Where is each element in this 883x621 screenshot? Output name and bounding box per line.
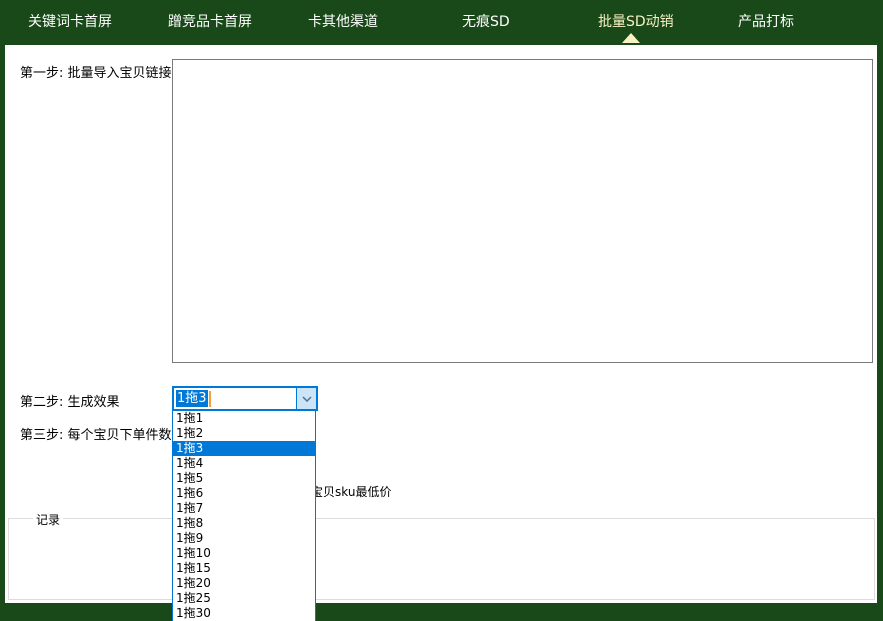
step2-label: 第二步: 生成效果 (20, 391, 120, 410)
dropdown-option[interactable]: 1拖7 (173, 501, 315, 516)
tab-product-marking[interactable]: 产品打标 (738, 11, 794, 31)
tab-competitor-card-first-screen[interactable]: 蹭竞品卡首屏 (168, 11, 252, 31)
dropdown-option[interactable]: 1拖25 (173, 591, 315, 606)
effect-combobox-dropdown-button[interactable] (296, 388, 316, 409)
effect-combobox-dropdown-list: 1拖1 1拖2 1拖3 1拖4 1拖5 1拖6 1拖7 1拖8 1拖9 1拖10… (172, 411, 316, 621)
sku-lowest-price-hint: 宝贝sku最低价 (311, 483, 391, 500)
dropdown-option[interactable]: 1拖30 (173, 606, 315, 621)
tab-keyword-card-first-screen[interactable]: 关键词卡首屏 (28, 11, 112, 31)
active-tab-triangle-icon (622, 33, 640, 43)
text-caret (209, 391, 211, 407)
dropdown-option[interactable]: 1拖9 (173, 531, 315, 546)
effect-combobox-selected-value: 1拖3 (176, 390, 208, 407)
dropdown-option[interactable]: 1拖2 (173, 426, 315, 441)
effect-combobox-value-area[interactable]: 1拖3 (174, 388, 296, 409)
tab-batch-sd-sales[interactable]: 批量SD动销 (598, 11, 674, 31)
dropdown-option[interactable]: 1拖10 (173, 546, 315, 561)
nav-bar: 关键词卡首屏 蹭竞品卡首屏 卡其他渠道 无痕SD 批量SD动销 产品打标 (0, 0, 883, 45)
dropdown-option[interactable]: 1拖15 (173, 561, 315, 576)
effect-combobox[interactable]: 1拖3 (172, 386, 318, 411)
tab-block-other-channels[interactable]: 卡其他渠道 (308, 11, 378, 31)
step3-label: 第三步: 每个宝贝下单件数 (20, 424, 172, 443)
chevron-down-icon (302, 396, 312, 402)
dropdown-option[interactable]: 1拖1 (173, 411, 315, 426)
dropdown-option[interactable]: 1拖6 (173, 486, 315, 501)
dropdown-option[interactable]: 1拖20 (173, 576, 315, 591)
dropdown-option[interactable]: 1拖4 (173, 456, 315, 471)
tab-traceless-sd[interactable]: 无痕SD (462, 11, 510, 31)
record-groupbox (8, 518, 875, 600)
record-groupbox-legend: 记录 (33, 511, 63, 528)
dropdown-option-selected[interactable]: 1拖3 (173, 441, 315, 456)
dropdown-option[interactable]: 1拖5 (173, 471, 315, 486)
dropdown-option[interactable]: 1拖8 (173, 516, 315, 531)
step1-label: 第一步: 批量导入宝贝链接 (20, 62, 172, 81)
product-links-textarea[interactable] (172, 59, 873, 363)
